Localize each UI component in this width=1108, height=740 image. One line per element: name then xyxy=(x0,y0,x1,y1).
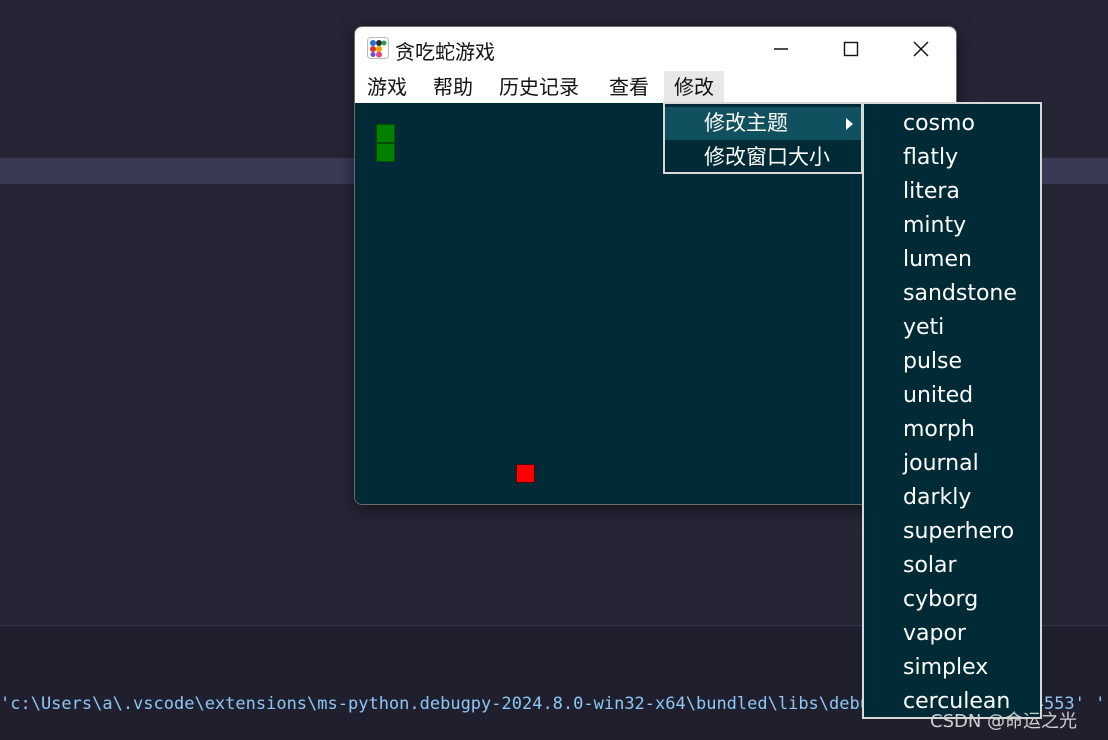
theme-item-darkly[interactable]: darkly xyxy=(864,481,1040,515)
theme-item-litera[interactable]: litera xyxy=(864,175,1040,209)
menu-item-change-theme[interactable]: 修改主题 xyxy=(665,107,861,140)
snake-segment xyxy=(376,124,395,143)
theme-item-pulse[interactable]: pulse xyxy=(864,345,1040,379)
theme-item-lumen[interactable]: lumen xyxy=(864,243,1040,277)
app-icon xyxy=(367,37,389,59)
theme-item-yeti[interactable]: yeti xyxy=(864,311,1040,345)
modify-dropdown-menu: 修改主题 修改窗口大小 xyxy=(663,102,863,174)
close-icon xyxy=(913,41,929,57)
theme-item-journal[interactable]: journal xyxy=(864,447,1040,481)
snake-segment xyxy=(376,143,395,162)
minimize-button[interactable] xyxy=(746,27,816,71)
menu-game[interactable]: 游戏 xyxy=(362,71,412,103)
theme-item-cosmo[interactable]: cosmo xyxy=(864,107,1040,141)
theme-submenu: cosmo flatly litera minty lumen sandston… xyxy=(862,102,1042,719)
window-title: 贪吃蛇游戏 xyxy=(395,40,495,64)
menu-history[interactable]: 历史记录 xyxy=(494,71,584,103)
theme-item-superhero[interactable]: superhero xyxy=(864,515,1040,549)
theme-item-simplex[interactable]: simplex xyxy=(864,651,1040,685)
menu-bar: 游戏 帮助 历史记录 查看 修改 xyxy=(355,71,956,103)
title-bar[interactable]: 贪吃蛇游戏 xyxy=(355,27,956,71)
food xyxy=(516,464,535,483)
submenu-arrow-icon xyxy=(846,118,853,130)
theme-item-cyborg[interactable]: cyborg xyxy=(864,583,1040,617)
theme-item-sandstone[interactable]: sandstone xyxy=(864,277,1040,311)
theme-item-solar[interactable]: solar xyxy=(864,549,1040,583)
minimize-icon xyxy=(774,48,788,50)
menu-help[interactable]: 帮助 xyxy=(428,71,478,103)
watermark: CSDN @命运之光 xyxy=(930,711,1078,732)
menu-item-label: 修改主题 xyxy=(704,111,788,135)
menu-item-change-window-size[interactable]: 修改窗口大小 xyxy=(665,141,861,174)
theme-item-united[interactable]: united xyxy=(864,379,1040,413)
maximize-icon xyxy=(843,41,859,57)
close-button[interactable] xyxy=(886,27,956,71)
theme-item-morph[interactable]: morph xyxy=(864,413,1040,447)
theme-item-flatly[interactable]: flatly xyxy=(864,141,1040,175)
menu-modify[interactable]: 修改 xyxy=(664,71,724,103)
theme-item-minty[interactable]: minty xyxy=(864,209,1040,243)
theme-item-vapor[interactable]: vapor xyxy=(864,617,1040,651)
maximize-button[interactable] xyxy=(816,27,886,71)
menu-view[interactable]: 查看 xyxy=(604,71,654,103)
